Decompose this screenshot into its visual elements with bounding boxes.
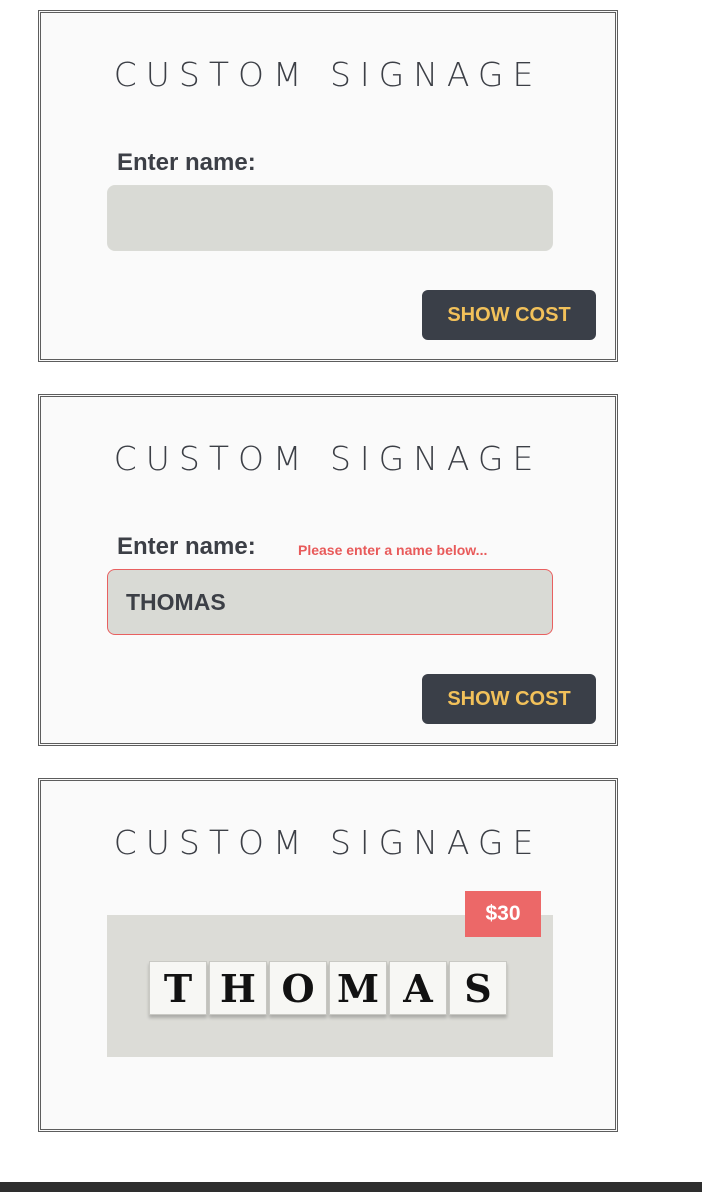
validation-error-message: Please enter a name below... [298, 542, 488, 558]
name-input[interactable] [107, 569, 553, 635]
name-label: Enter name: [117, 149, 256, 176]
panel-title: CUSTOM SIGNAGE [113, 823, 543, 862]
panel-title: CUSTOM SIGNAGE [113, 439, 543, 478]
letter-tile: O [269, 961, 327, 1015]
letter-tile: S [449, 961, 507, 1015]
signage-result: CUSTOM SIGNAGE T H O M A S $30 [38, 778, 618, 1132]
bottom-bar [0, 1182, 702, 1192]
name-input[interactable] [107, 185, 553, 251]
letter-tile: H [209, 961, 267, 1015]
letter-tiles: T H O M A S [149, 961, 507, 1015]
letter-tile: A [389, 961, 447, 1015]
letter-tile: T [149, 961, 207, 1015]
letter-tile: M [329, 961, 387, 1015]
show-cost-button[interactable]: SHOW COST [422, 290, 596, 340]
price-badge: $30 [465, 891, 541, 937]
page: CUSTOM SIGNAGE Enter name: SHOW COST CUS… [0, 0, 702, 1192]
panel-title: CUSTOM SIGNAGE [113, 55, 543, 94]
name-label: Enter name: [117, 533, 256, 560]
show-cost-button[interactable]: SHOW COST [422, 674, 596, 724]
signage-form-empty: CUSTOM SIGNAGE Enter name: SHOW COST [38, 10, 618, 362]
signage-form-error: CUSTOM SIGNAGE Enter name: Please enter … [38, 394, 618, 746]
